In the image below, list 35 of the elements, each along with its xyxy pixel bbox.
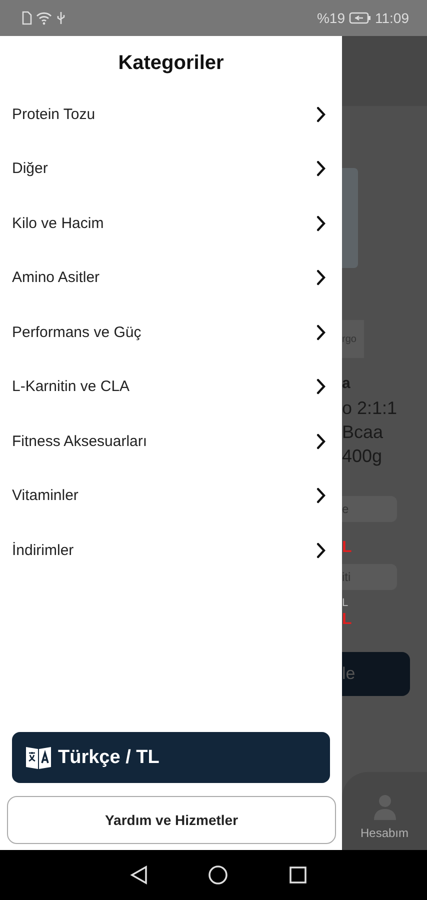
chevron-right-icon (316, 487, 326, 504)
category-item[interactable]: Amino Asitler (0, 250, 342, 305)
category-item[interactable]: Protein Tozu (0, 87, 342, 142)
chevron-right-icon (316, 160, 326, 178)
help-button[interactable]: Yardım ve Hizmetler (7, 796, 336, 844)
wifi-icon (36, 12, 52, 24)
sim-card-icon (22, 11, 32, 25)
drawer-title: Kategoriler (117, 51, 225, 76)
price-text: L (342, 610, 353, 630)
recents-button[interactable] (288, 866, 307, 884)
old-price-text: L (342, 596, 350, 610)
language-button[interactable]: Türkçe / TL (12, 732, 330, 783)
chevron-right-icon (316, 432, 326, 450)
category-item[interactable]: Performans ve Güç (0, 305, 342, 360)
home-button[interactable] (208, 865, 228, 885)
nav-account-tab[interactable]: Hesabım (342, 772, 427, 850)
usb-icon (56, 11, 66, 25)
chevron-right-icon (316, 106, 326, 123)
chevron-right-icon (316, 324, 326, 341)
category-item[interactable]: L-Karnitin ve CLA (0, 360, 342, 414)
category-item[interactable]: Vitaminler (0, 468, 342, 523)
category-item[interactable]: Diğer (0, 142, 342, 196)
category-item[interactable]: Fitness Aksesuarları (0, 414, 342, 468)
price-text: L (342, 538, 353, 558)
clock-time: 11:09 (375, 10, 409, 26)
person-icon (372, 794, 396, 820)
back-button[interactable] (130, 865, 148, 885)
category-item[interactable]: İndirimler (0, 523, 342, 578)
chevron-right-icon (316, 214, 326, 232)
battery-icon (349, 12, 371, 24)
chevron-right-icon (316, 378, 326, 396)
chevron-right-icon (316, 269, 326, 286)
category-item[interactable]: Kilo ve Hacim (0, 196, 342, 250)
battery-percent: %19 (316, 10, 345, 26)
chevron-right-icon (316, 542, 326, 559)
